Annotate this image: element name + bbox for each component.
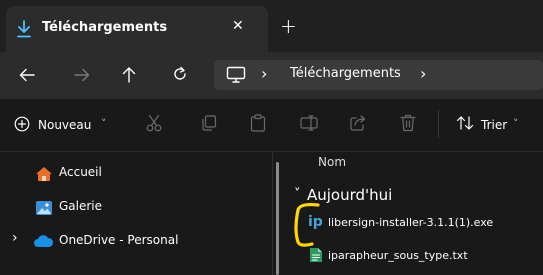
download-icon [17, 20, 31, 38]
share-icon[interactable] [350, 115, 366, 131]
exe-icon: ip [308, 214, 323, 230]
sidebar-item-accueil[interactable]: Accueil [59, 165, 102, 179]
add-circle-icon [14, 116, 30, 132]
paste-icon[interactable] [250, 114, 266, 132]
forward-arrow-icon[interactable] [74, 68, 90, 82]
text-file-icon [310, 248, 322, 262]
close-tab-button[interactable]: ✕ [232, 18, 244, 34]
toolbar-divider [438, 110, 439, 138]
back-arrow-icon[interactable] [19, 68, 35, 82]
sort-button[interactable]: Trier [481, 118, 507, 132]
tab-title: Téléchargements [42, 20, 168, 35]
gallery-icon [36, 201, 52, 215]
file-row[interactable]: ip libersign-installer-3.1.1(1).exe [290, 210, 543, 234]
breadcrumb-item-telechargements[interactable]: Téléchargements [290, 66, 401, 81]
home-icon [36, 167, 52, 181]
new-tab-button[interactable]: + [280, 14, 297, 38]
cut-icon[interactable] [146, 114, 162, 132]
file-name: libersign-installer-3.1.1(1).exe [328, 216, 494, 229]
file-name: iparapheur_sous_type.txt [328, 249, 468, 262]
sidebar-scrollbar[interactable] [276, 162, 279, 275]
column-header-name[interactable]: Nom [318, 155, 346, 169]
copy-icon[interactable] [201, 115, 217, 131]
sidebar: Accueil Galerie › OneDrive - Personal [0, 152, 272, 275]
expand-chevron-icon[interactable]: › [12, 230, 18, 246]
rename-icon[interactable] [300, 115, 318, 131]
cloud-icon [34, 235, 54, 247]
breadcrumb-separator[interactable]: › [261, 64, 267, 83]
new-button[interactable]: Nouveau [38, 118, 91, 132]
sort-icon [456, 116, 474, 130]
refresh-icon[interactable] [172, 66, 188, 82]
up-arrow-icon[interactable] [122, 66, 136, 83]
pane-divider[interactable] [272, 152, 273, 275]
file-row[interactable]: iparapheur_sous_type.txt [290, 244, 543, 268]
delete-icon[interactable] [400, 114, 416, 132]
breadcrumb-separator[interactable]: › [420, 64, 426, 83]
sidebar-item-galerie[interactable]: Galerie [59, 199, 102, 213]
chevron-down-icon: ˅ [101, 117, 107, 130]
computer-icon [226, 66, 246, 83]
sidebar-item-onedrive[interactable]: OneDrive - Personal [59, 233, 178, 247]
chevron-down-icon: ˅ [513, 117, 519, 130]
